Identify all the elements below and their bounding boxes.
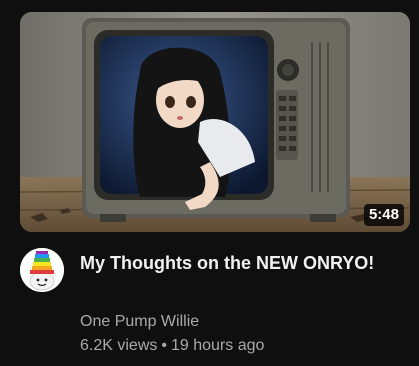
thumbnail-illustration [20,12,410,232]
video-duration-badge: 5:48 [363,204,404,226]
video-metadata: My Thoughts on the NEW ONRYO! One Pump W… [20,248,410,358]
video-thumbnail[interactable]: 5:48 [20,12,410,232]
channel-avatar[interactable] [20,248,64,292]
upload-age: 19 hours ago [170,337,265,354]
rainbow-hat-character-avatar-icon [20,248,64,292]
video-title[interactable]: My Thoughts on the NEW ONRYO! [80,250,380,276]
view-count: 6.2K views [80,337,158,354]
video-card[interactable]: 5:48 My Thoughts on the NEW ONRYO! One P… [0,0,419,366]
channel-name[interactable]: One Pump Willie [80,312,199,332]
video-stats: 6.2K views • 19 hours ago [80,336,264,356]
stats-separator: • [161,337,167,354]
